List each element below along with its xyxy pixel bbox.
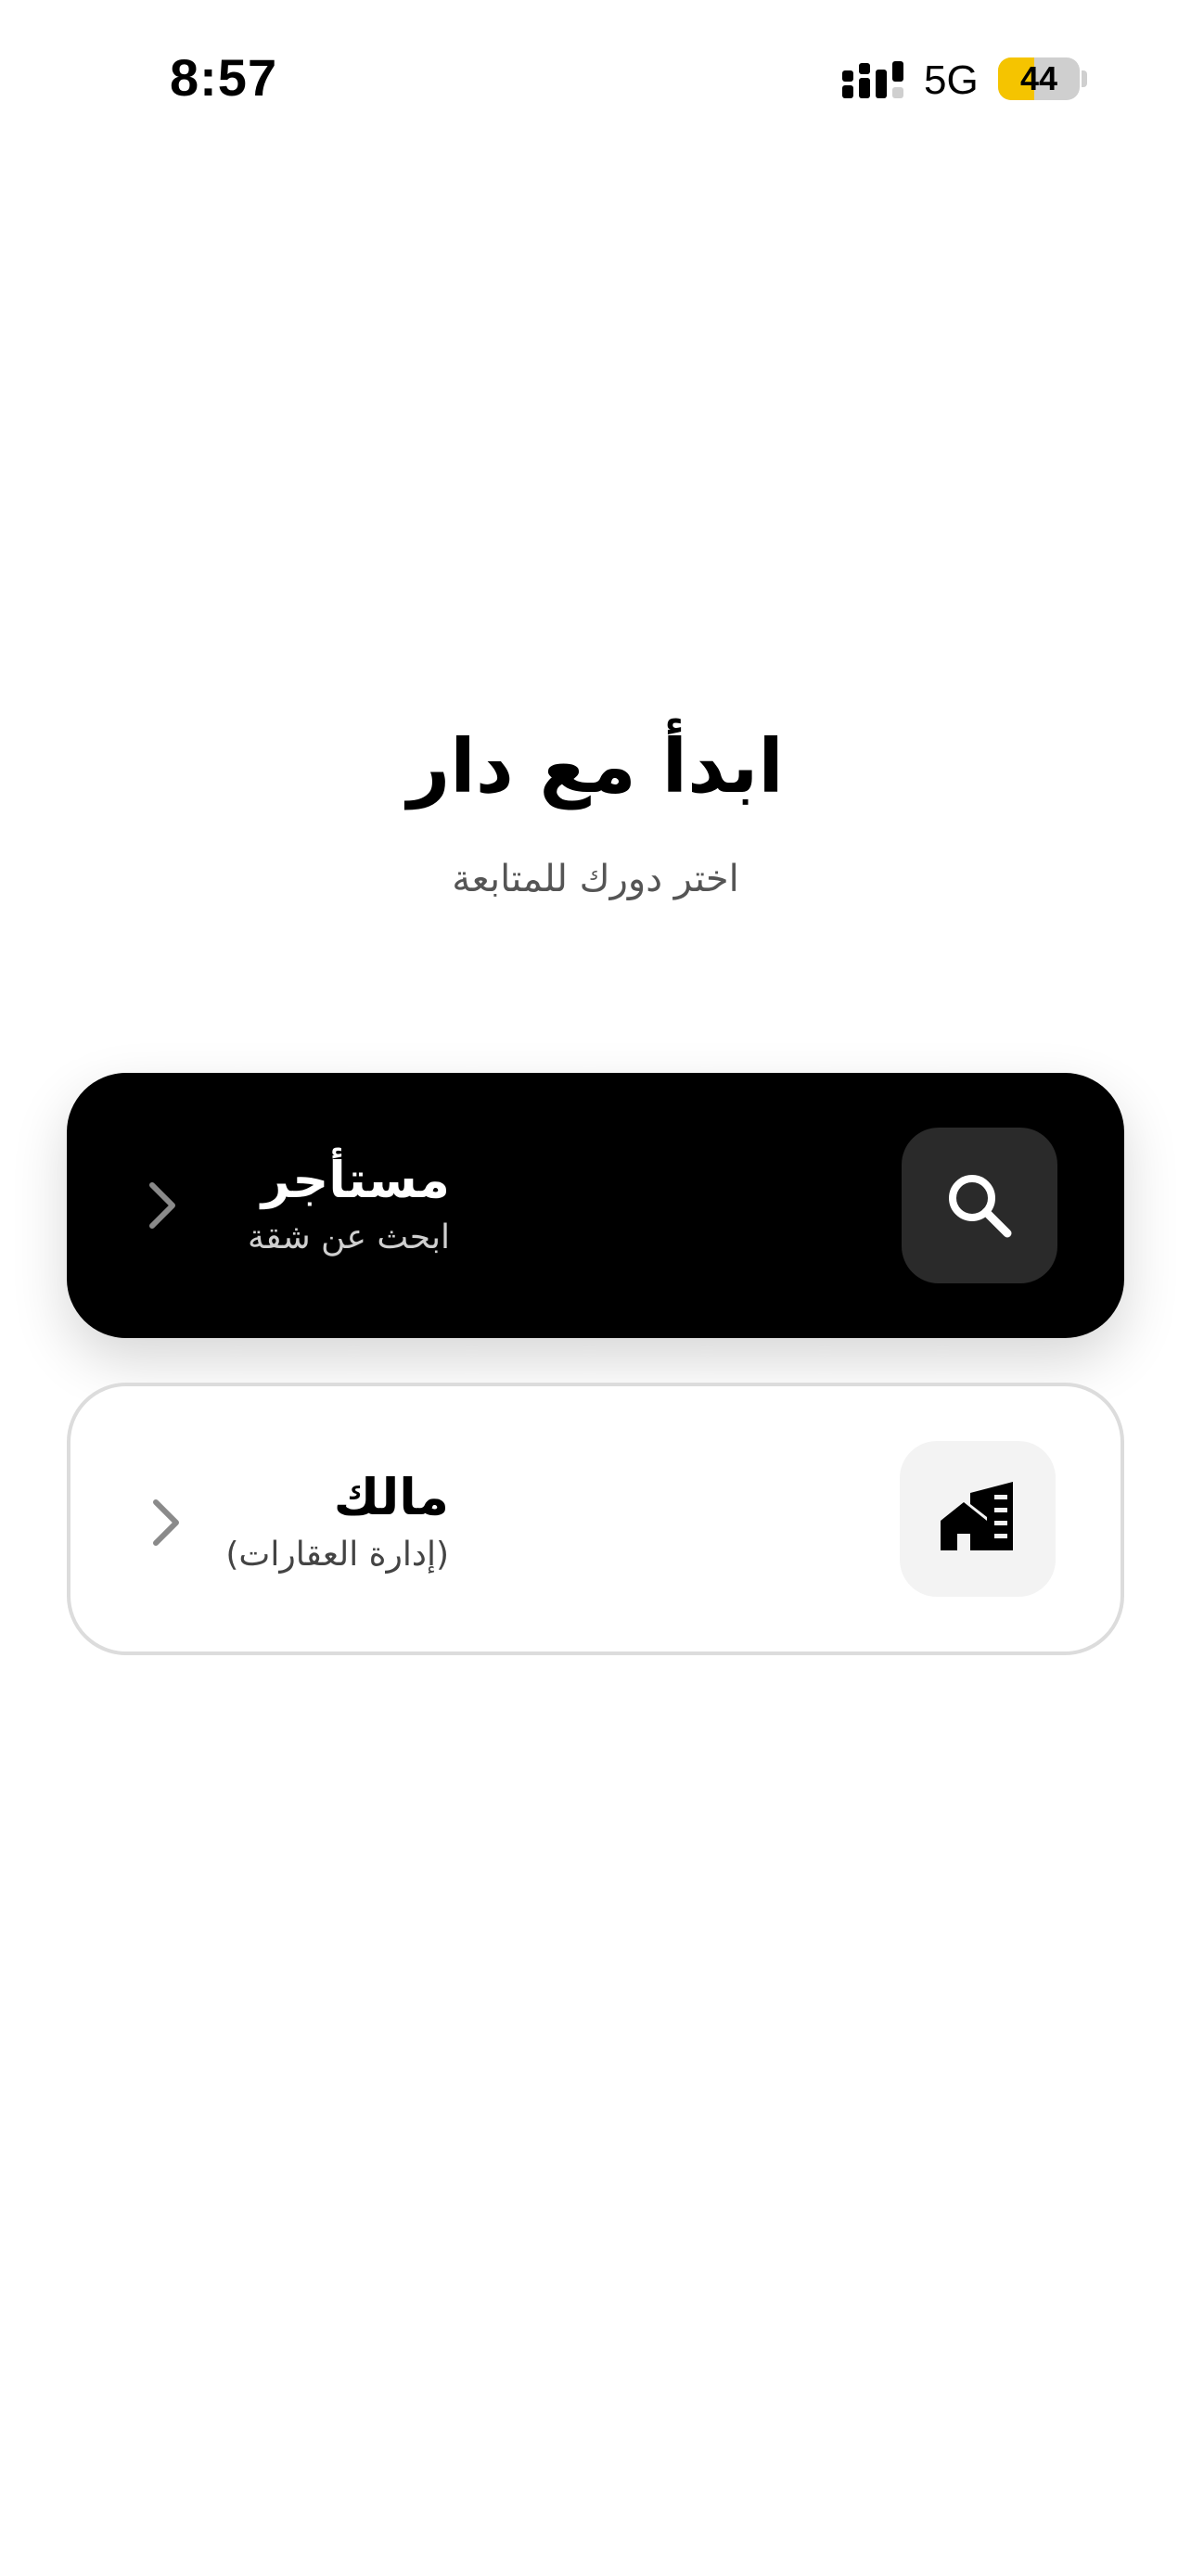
network-type-label: 5G bbox=[924, 57, 979, 103]
role-card-owner[interactable]: مالك (إدارة العقارات) bbox=[67, 1383, 1124, 1655]
buildings-icon bbox=[941, 1482, 1013, 1550]
search-icon bbox=[949, 1175, 1012, 1238]
page-title: ابدأ مع دار bbox=[407, 723, 784, 810]
owner-icon-box bbox=[900, 1441, 1056, 1597]
owner-card-text: مالك (إدارة العقارات) bbox=[70, 1464, 449, 1579]
tenant-icon-box bbox=[902, 1128, 1057, 1283]
status-time: 8:57 bbox=[170, 48, 278, 107]
tenant-card-subtitle: ابحث عن شقة bbox=[247, 1218, 450, 1256]
battery-cap bbox=[1082, 70, 1087, 87]
battery-icon: 44 bbox=[998, 57, 1080, 100]
chevron-right-icon bbox=[153, 1499, 179, 1546]
tenant-card-text: مستأجر ابحث عن شقة bbox=[67, 1147, 450, 1262]
chevron-right-icon bbox=[149, 1182, 175, 1229]
battery-level-label: 44 bbox=[1019, 59, 1058, 97]
owner-card-subtitle: (إدارة العقارات) bbox=[225, 1536, 449, 1574]
owner-card-title: مالك bbox=[333, 1468, 449, 1526]
tenant-card-title: مستأجر bbox=[261, 1151, 450, 1209]
status-bar: 8:57 5G 44 bbox=[0, 0, 1191, 158]
page-subtitle: اختر دورك للمتابعة bbox=[452, 858, 739, 900]
role-card-tenant[interactable]: مستأجر ابحث عن شقة bbox=[67, 1073, 1124, 1338]
signal-strength-icon bbox=[842, 61, 903, 98]
